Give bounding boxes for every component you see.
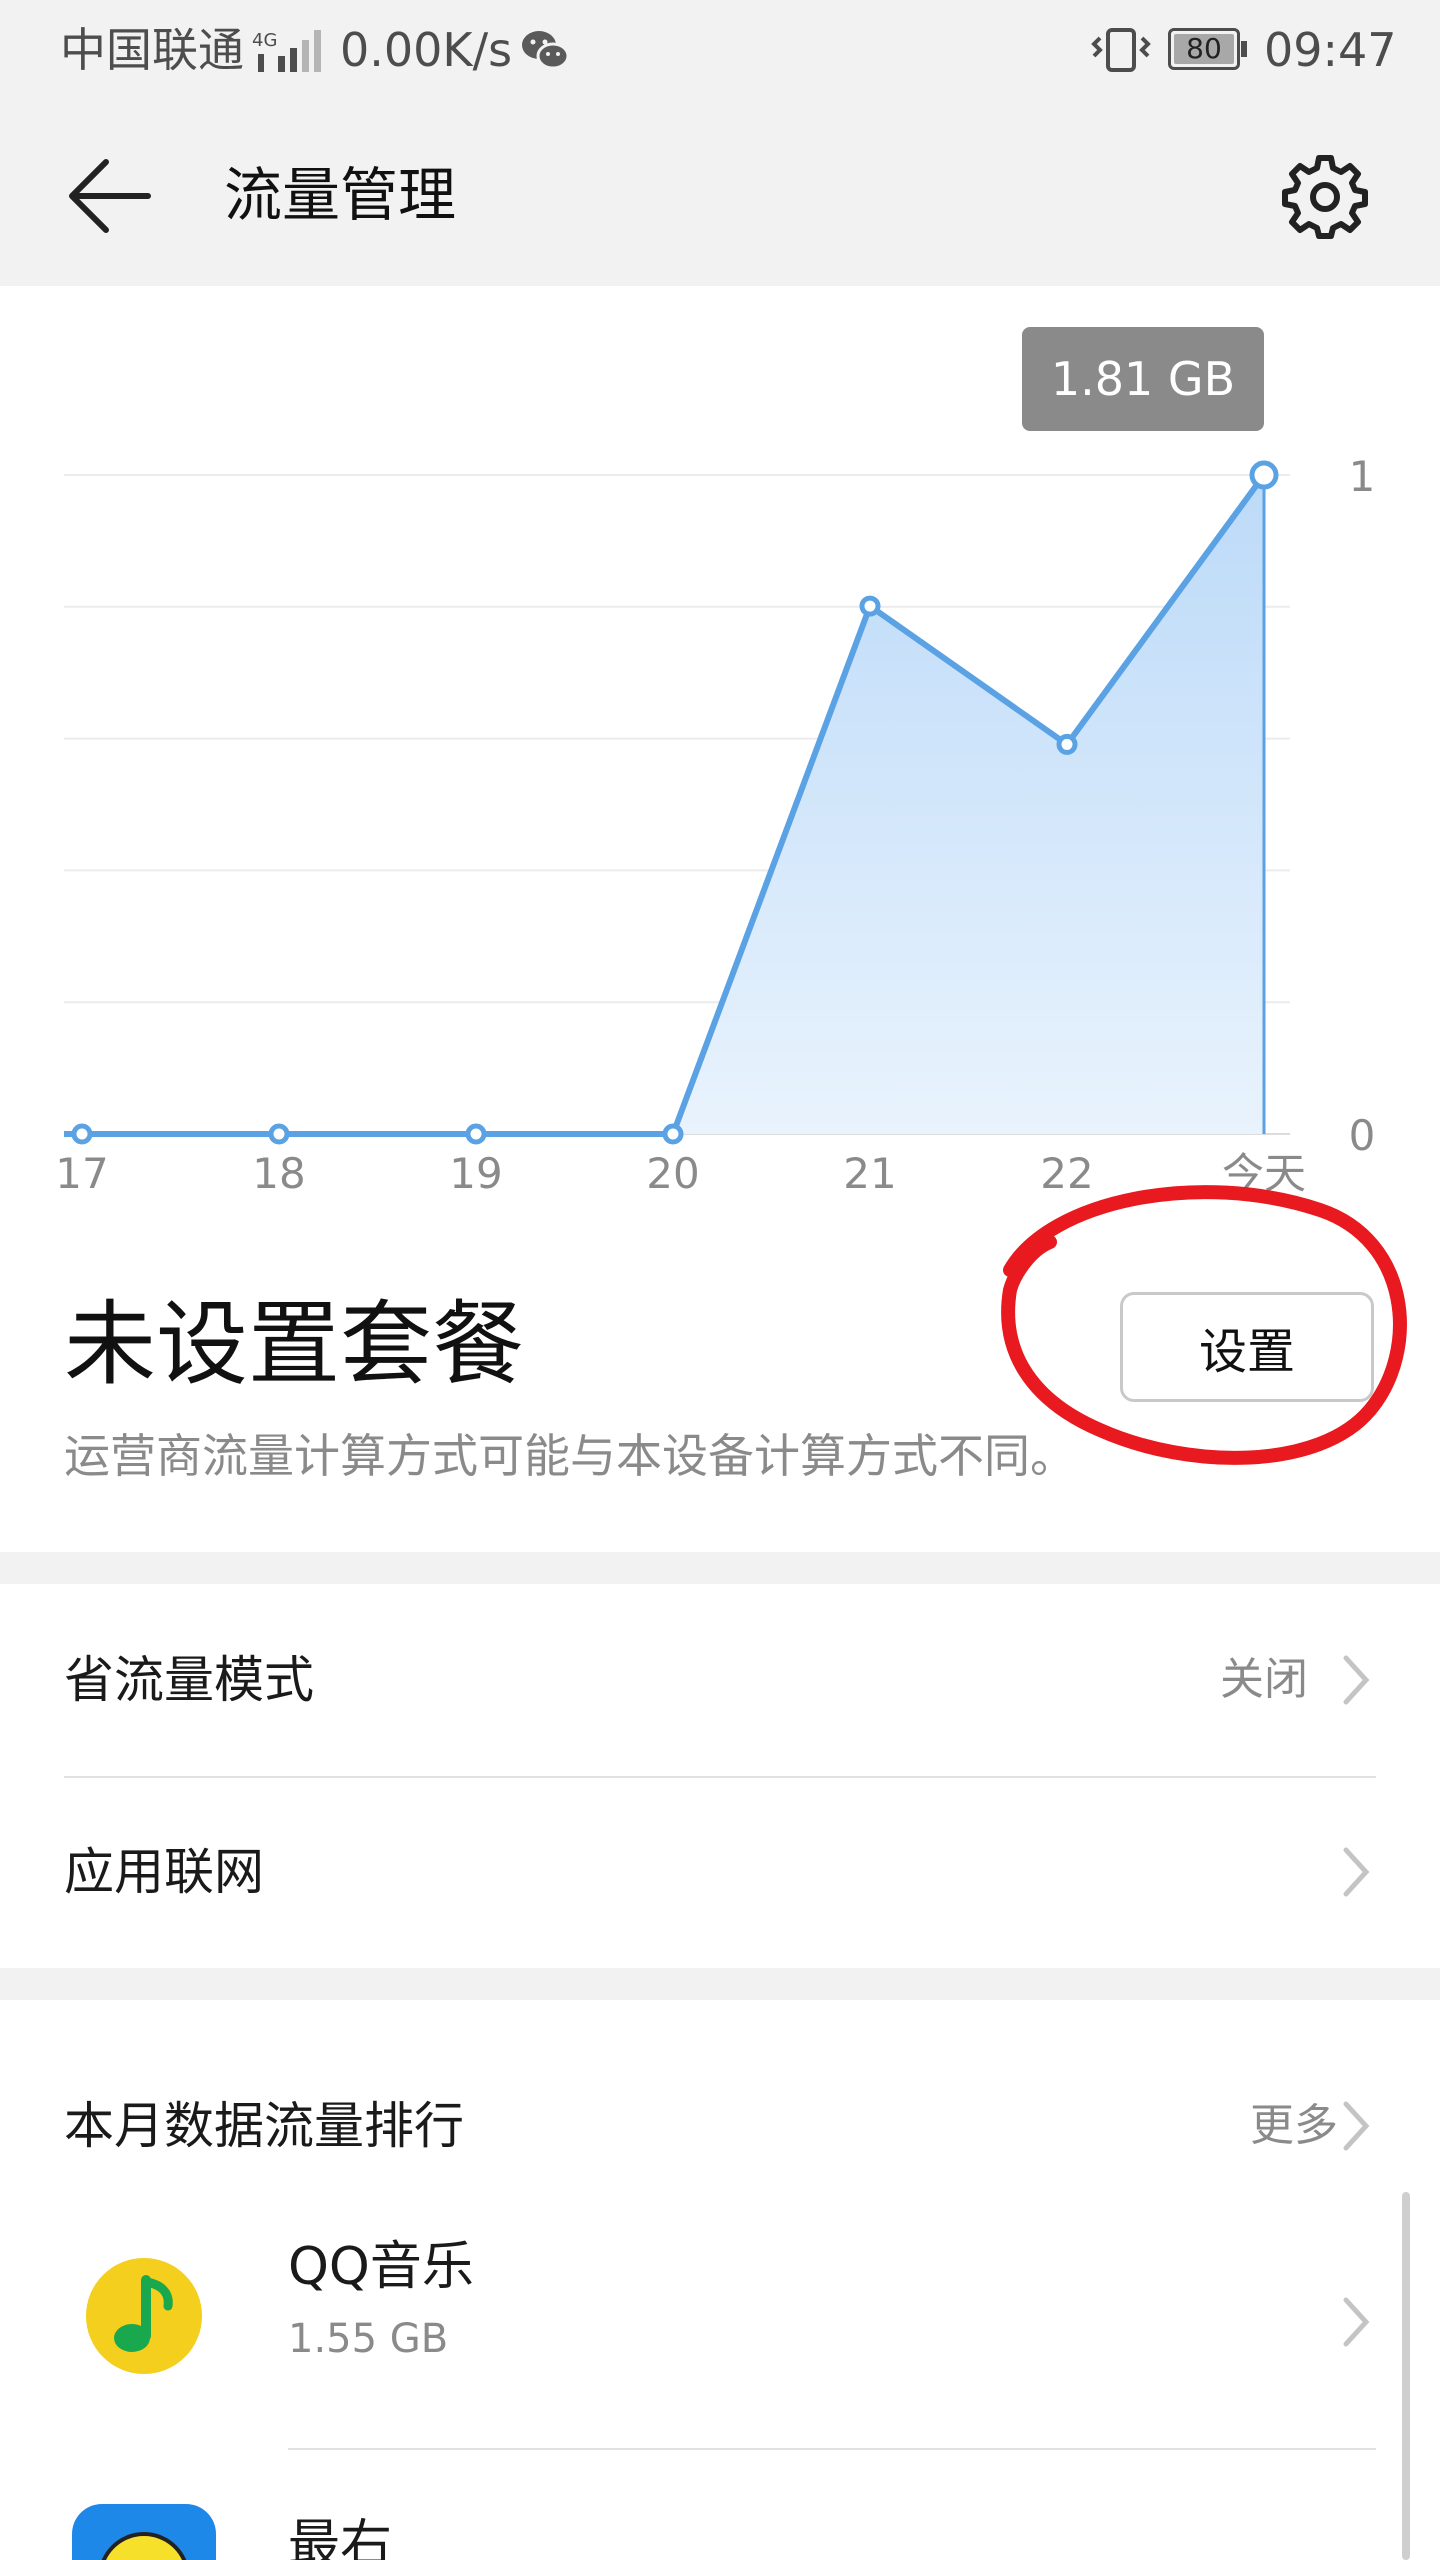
app-network-label: 应用联网 [64, 1843, 264, 1901]
ranking-title: 本月数据流量排行 [64, 2097, 464, 2155]
vibrate-icon [1091, 28, 1151, 72]
data-point[interactable] [1056, 733, 1078, 755]
data-saver-value: 关闭 [1220, 1654, 1308, 1705]
battery-icon: 80 [1168, 28, 1247, 70]
app-usage-size: 1.55 GB [288, 2316, 449, 2362]
page-title: 流量管理 [224, 161, 457, 229]
more-link[interactable]: 更多 [1210, 2096, 1390, 2156]
wechat-icon [522, 31, 570, 70]
x-tick-label: 18 [252, 1149, 305, 1198]
chevron-right-icon [1343, 2297, 1370, 2347]
data-saver-row[interactable]: 省流量模式 关闭 [0, 1584, 1440, 1776]
app-name: 最右 [288, 2515, 393, 2560]
y-tick-label: 0 [1349, 1111, 1376, 1160]
app-name: QQ音乐 [288, 2237, 474, 2297]
clock: 09:47 [1264, 23, 1397, 77]
arrow-left-icon [69, 159, 151, 233]
scrollbar[interactable] [1402, 2192, 1410, 2560]
y-tick-label: 1 [1349, 452, 1376, 501]
data-point[interactable] [662, 1123, 684, 1145]
data-point[interactable] [465, 1123, 487, 1145]
plan-status-title: 未设置套餐 [64, 1291, 525, 1398]
status-bar: 中国联通 4G 0.00K/s 80 09:47 [0, 0, 1440, 100]
x-tick-label: 20 [646, 1149, 699, 1198]
carrier-label: 中国联通 [60, 23, 244, 77]
data-point[interactable] [859, 595, 881, 617]
app-usage-item[interactable]: QQ音乐 1.55 GB [0, 2200, 1400, 2450]
svg-text:4G: 4G [252, 30, 277, 51]
data-point[interactable] [268, 1123, 290, 1145]
section-separator [0, 1552, 1440, 1584]
section-separator [0, 1968, 1440, 2000]
signal-icon: 4G [252, 30, 321, 72]
network-speed: 0.00K/s [340, 23, 513, 77]
more-label: 更多 [1250, 2100, 1338, 2151]
data-point[interactable] [71, 1123, 93, 1145]
value-tooltip: 1.81 GB [1022, 327, 1264, 431]
data-saver-label: 省流量模式 [64, 1651, 314, 1709]
series-area [82, 475, 1264, 1134]
x-tick-label: 17 [55, 1149, 108, 1198]
zuiyou-icon [72, 2504, 216, 2560]
x-tick-label: 21 [843, 1149, 896, 1198]
app-usage-item[interactable]: 最右 [0, 2450, 1400, 2560]
app-network-row[interactable]: 应用联网 [0, 1778, 1440, 1968]
chevron-right-icon [1343, 1847, 1370, 1897]
qq-music-icon [86, 2258, 202, 2374]
chevron-right-icon [1343, 2101, 1370, 2151]
plan-note: 运营商流量计算方式可能与本设备计算方式不同。 [64, 1429, 1076, 1483]
ranking-header: 本月数据流量排行 更多 [0, 2000, 1440, 2160]
settings-button[interactable] [1270, 146, 1380, 246]
chevron-right-icon [1343, 1655, 1370, 1705]
battery-level: 80 [1186, 32, 1222, 65]
x-tick-label: 19 [449, 1149, 502, 1198]
back-button[interactable] [60, 148, 160, 244]
gear-icon [1282, 155, 1368, 239]
data-point[interactable] [1249, 460, 1279, 490]
app-bar: 流量管理 [0, 100, 1440, 286]
